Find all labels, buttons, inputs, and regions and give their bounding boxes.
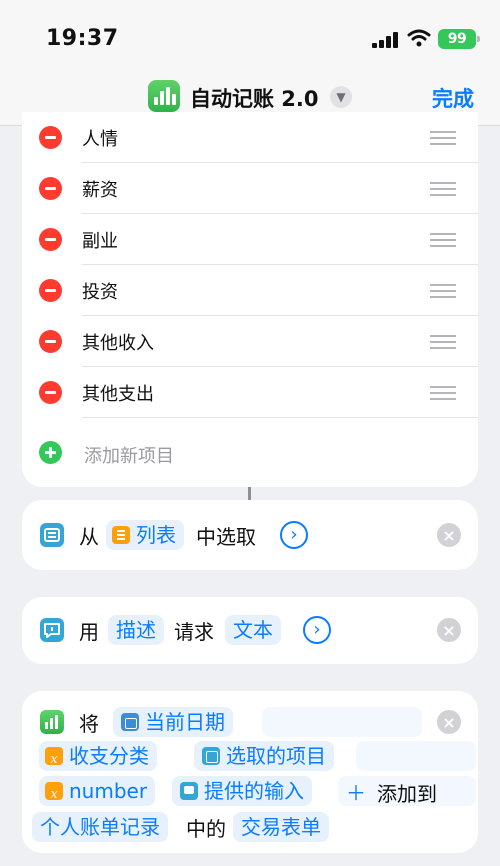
add-field-icon[interactable]: ＋	[346, 777, 366, 806]
choose-from-list-icon	[202, 747, 220, 765]
ask-for-input-action[interactable]: 用 描述 请求 文本 › ×	[22, 597, 478, 664]
list-item: 投资	[22, 265, 478, 316]
remove-action-icon[interactable]: ×	[437, 523, 461, 547]
add-to-numbers-action[interactable]: 将 当前日期 × 收支分类 选取的项目 number 提供的输入 ＋ 添加到 个…	[22, 691, 478, 853]
list-variable-token[interactable]: 列表	[106, 520, 184, 550]
done-button[interactable]: 完成	[432, 83, 474, 113]
list-item: 其他收入	[22, 316, 478, 367]
variable-icon	[45, 780, 63, 810]
list-item: 其他支出	[22, 367, 478, 418]
empty-field-token[interactable]	[262, 707, 422, 737]
drag-handle-icon[interactable]	[430, 335, 456, 349]
action-verb: 从	[79, 525, 99, 549]
list-icon	[112, 526, 130, 544]
list-token-label: 列表	[136, 523, 176, 547]
chevron-right-icon[interactable]: ›	[280, 521, 308, 549]
chevron-down-icon[interactable]: ▼	[330, 86, 352, 108]
delete-item-icon[interactable]	[39, 228, 62, 251]
remove-action-icon[interactable]: ×	[437, 710, 461, 734]
selected-item-token[interactable]: 选取的项目	[194, 741, 334, 771]
empty-field-token[interactable]	[356, 741, 476, 771]
battery-level: 99	[447, 31, 467, 47]
drag-handle-icon[interactable]	[430, 386, 456, 400]
delete-item-icon[interactable]	[39, 177, 62, 200]
shortcut-app-icon[interactable]	[148, 80, 180, 112]
list-item-label[interactable]: 投资	[82, 278, 118, 304]
calendar-icon	[121, 713, 139, 731]
list-item-label[interactable]: 其他支出	[82, 380, 154, 406]
numbers-app-icon	[40, 710, 64, 734]
list-items-card: 人情 薪资 副业 投资 其他收入 其他支出 添加新项目	[22, 112, 478, 487]
cellular-signal-icon	[372, 32, 400, 48]
provided-input-token[interactable]: 提供的输入	[172, 776, 312, 806]
variable-icon	[45, 745, 63, 775]
choose-from-list-action[interactable]: 从 列表 中选取 › ×	[22, 500, 478, 570]
action-text: 中的	[186, 817, 226, 841]
current-date-token[interactable]: 当前日期	[113, 707, 233, 737]
action-connector	[248, 487, 251, 500]
remove-action-icon[interactable]: ×	[437, 618, 461, 642]
list-item: 副业	[22, 214, 478, 265]
action-text: 添加到	[377, 782, 437, 806]
action-verb: 用	[79, 620, 99, 644]
spreadsheet-token[interactable]: 个人账单记录	[32, 812, 168, 842]
list-item-label[interactable]: 其他收入	[82, 329, 154, 355]
number-variable-token[interactable]: number	[39, 776, 156, 810]
delete-item-icon[interactable]	[39, 279, 62, 302]
drag-handle-icon[interactable]	[430, 131, 456, 145]
list-item-label[interactable]: 人情	[82, 125, 118, 151]
chevron-right-icon[interactable]: ›	[303, 616, 331, 644]
drag-handle-icon[interactable]	[430, 284, 456, 298]
choose-from-list-icon	[40, 523, 64, 547]
add-new-item-label[interactable]: 添加新项目	[84, 442, 174, 468]
status-bar: 19:37 99	[0, 0, 500, 70]
ask-for-input-icon	[40, 618, 64, 642]
sheet-token[interactable]: 交易表单	[233, 812, 329, 842]
delete-item-icon[interactable]	[39, 126, 62, 149]
ask-for-input-icon	[180, 782, 198, 800]
list-item: 薪资	[22, 163, 478, 214]
delete-item-icon[interactable]	[39, 330, 62, 353]
wifi-icon	[407, 29, 431, 47]
delete-item-icon[interactable]	[39, 381, 62, 404]
action-text: 中选取	[196, 525, 256, 549]
action-text: 请求	[174, 620, 214, 644]
status-time: 19:37	[46, 26, 119, 51]
drag-handle-icon[interactable]	[430, 233, 456, 247]
input-type-token[interactable]: 文本	[225, 615, 281, 645]
list-item-label[interactable]: 薪资	[82, 176, 118, 202]
action-verb: 将	[79, 712, 99, 736]
shortcut-title[interactable]: 自动记账 2.0	[190, 83, 319, 113]
drag-handle-icon[interactable]	[430, 182, 456, 196]
prompt-token[interactable]: 描述	[108, 615, 164, 645]
list-item-label[interactable]: 副业	[82, 227, 118, 253]
battery-icon: 99	[438, 29, 480, 49]
list-item: 人情	[22, 112, 478, 163]
add-new-item-row[interactable]: 添加新项目	[22, 422, 478, 482]
category-variable-token[interactable]: 收支分类	[39, 741, 157, 775]
add-icon[interactable]	[39, 441, 62, 464]
